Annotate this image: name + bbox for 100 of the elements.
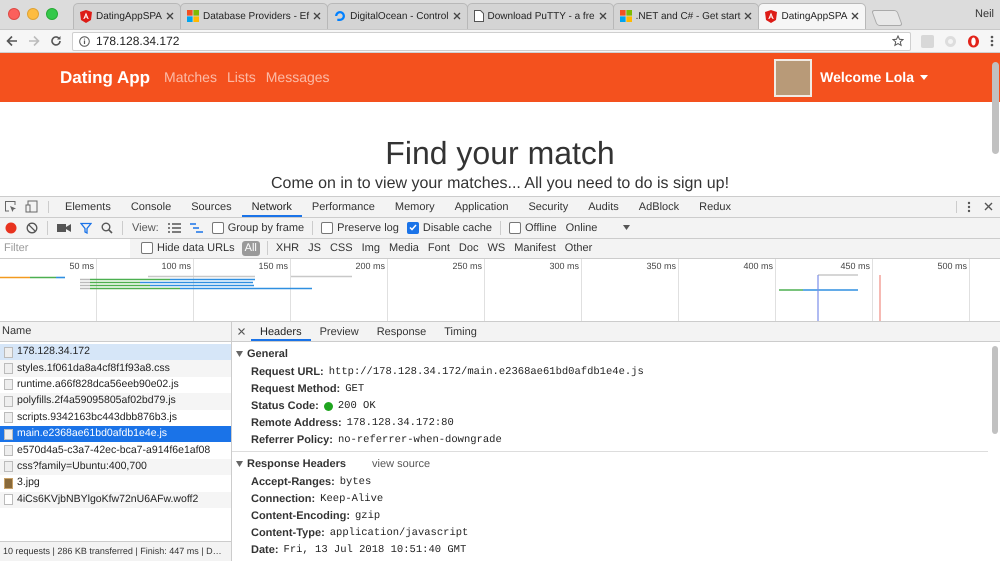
page-icon <box>474 10 484 22</box>
page-scrollbar[interactable] <box>992 62 999 154</box>
caret-icon <box>920 75 928 80</box>
header-name: Accept-Ranges: <box>251 475 335 490</box>
checkbox[interactable] <box>212 222 224 234</box>
menu-icon[interactable] <box>990 35 994 48</box>
header-value: http://178.128.34.172/main.e2368ae61bd0afdb1e4e.js <box>328 364 644 380</box>
devtools-tab[interactable]: Security <box>518 196 578 217</box>
devtools-tab[interactable]: Application <box>444 196 518 217</box>
close-tab-icon[interactable] <box>744 12 752 20</box>
details-scrollbar[interactable] <box>992 346 998 434</box>
request-row[interactable]: polyfills.2f4a59095805af02bd79.js <box>0 393 231 410</box>
header-name: Content-Type: <box>251 526 325 542</box>
close-icon[interactable] <box>238 328 245 335</box>
close-window-icon[interactable] <box>8 8 20 20</box>
tick-label: 200 ms <box>355 260 385 271</box>
type-filter-button[interactable]: Manifest <box>513 240 557 257</box>
close-tab-icon[interactable] <box>166 12 174 20</box>
tick-label: 350 ms <box>646 260 676 271</box>
profile-name[interactable]: Neil <box>975 6 994 22</box>
close-tab-icon[interactable] <box>313 12 322 20</box>
filter-field[interactable]: Filter <box>0 238 130 258</box>
checkbox-label[interactable]: Group by frame <box>228 220 304 236</box>
browser-tab[interactable]: Database Providers - Ef <box>180 2 328 29</box>
checkbox-label[interactable]: Offline <box>524 220 557 236</box>
browser-tab[interactable]: DigitalOcean - Control <box>327 2 468 29</box>
type-filter-button[interactable]: JS <box>307 240 322 257</box>
address-field[interactable]: 178.128.34.172 <box>72 32 911 51</box>
devtools-tab[interactable]: Performance <box>302 196 385 217</box>
request-row[interactable]: 4iCs6KVjbNBYlgoKfw72nU6AFw.woff2 <box>0 492 231 508</box>
opera-icon[interactable] <box>967 34 980 48</box>
type-filter-button[interactable]: Media <box>388 240 420 257</box>
header-name: Status Code: <box>251 399 319 414</box>
close-tab-icon[interactable] <box>452 12 461 20</box>
inspect-icon[interactable] <box>4 200 17 214</box>
devtools-tab[interactable]: Console <box>120 196 182 217</box>
type-filter-button[interactable]: Doc <box>458 240 480 257</box>
checkbox[interactable] <box>406 222 419 234</box>
browser-tab[interactable]: Download PuTTY - a fre <box>466 2 614 29</box>
browser-tab[interactable]: .NET and C# - Get start <box>612 2 760 29</box>
devtools-tab[interactable]: Redux <box>689 196 741 217</box>
type-filter-button[interactable]: Font <box>426 240 451 257</box>
section-header[interactable]: Response Headers <box>236 456 346 472</box>
type-filter-button[interactable]: XHR <box>274 240 300 257</box>
back-icon[interactable] <box>6 35 18 48</box>
checkbox[interactable] <box>508 222 521 234</box>
devtools-tab[interactable]: Elements <box>55 196 121 217</box>
devtools-tab[interactable]: Memory <box>384 196 445 217</box>
details-tab[interactable]: Response <box>368 322 436 341</box>
device-toolbar-icon[interactable] <box>25 200 38 214</box>
checkbox-label[interactable]: Disable cache <box>422 220 492 236</box>
checkbox-label[interactable]: Hide data URLs <box>157 240 235 257</box>
request-row[interactable]: css?family=Ubuntu:400,700 <box>0 458 231 476</box>
browser-tab[interactable]: DatingAppSPA <box>758 2 866 29</box>
request-row[interactable]: styles.1f061da8a4cf8f1f93a8.css <box>0 360 231 377</box>
request-row[interactable]: main.e2368ae61bd0afdb1e4e.js <box>0 426 231 442</box>
type-filter-button[interactable]: CSS <box>328 240 354 257</box>
type-filter-button[interactable]: WS <box>486 240 506 257</box>
checkbox-label[interactable]: Preserve log <box>337 220 399 236</box>
checkbox[interactable] <box>141 242 153 254</box>
devtools-tab[interactable]: Audits <box>578 196 629 217</box>
star-icon[interactable] <box>892 35 904 48</box>
section-header[interactable]: General <box>236 346 288 362</box>
browser-tab[interactable]: DatingAppSPA <box>73 2 181 29</box>
more-options-icon[interactable] <box>967 200 971 213</box>
view-label: View: <box>132 220 159 236</box>
request-row[interactable]: 178.128.34.172 <box>0 344 231 360</box>
tick-label: 500 ms <box>937 260 967 271</box>
header-name: Connection: <box>251 492 316 508</box>
checkbox[interactable] <box>321 222 334 234</box>
throttling-dropdown[interactable]: Online <box>566 220 630 236</box>
file-icon <box>4 396 13 407</box>
disclosure-triangle-icon <box>236 460 243 467</box>
type-filter-button[interactable]: Img <box>360 240 381 257</box>
close-tab-icon[interactable] <box>598 12 607 20</box>
search-icon[interactable] <box>101 222 113 234</box>
waterfall-view-icon[interactable] <box>190 222 203 233</box>
details-tab[interactable]: Timing <box>435 322 486 341</box>
tab-title: Download PuTTY - a fre <box>488 10 595 24</box>
squares-icon <box>186 10 199 22</box>
filter-icon[interactable] <box>80 222 92 234</box>
clear-icon[interactable] <box>26 222 38 234</box>
info-icon[interactable] <box>79 36 90 47</box>
type-filter-button[interactable]: Other <box>564 240 594 257</box>
video-camera-icon[interactable] <box>57 222 71 233</box>
header-value: bytes <box>340 474 372 490</box>
close-tab-icon[interactable] <box>851 12 860 20</box>
devtools-tab[interactable]: Sources <box>181 196 242 217</box>
name-column-header[interactable]: Name <box>0 322 231 342</box>
image-thumbnail-icon <box>4 478 13 489</box>
details-tab[interactable]: Headers <box>251 322 311 341</box>
file-icon <box>4 494 13 506</box>
close-icon[interactable] <box>984 202 993 212</box>
reload-icon[interactable] <box>50 35 62 48</box>
list-view-icon[interactable] <box>168 222 181 233</box>
view-source-link[interactable]: view source <box>372 456 430 472</box>
record-icon[interactable] <box>5 222 17 234</box>
request-row[interactable]: scripts.9342163bc443dbb876b3.js <box>0 410 231 426</box>
devtools-tab[interactable]: AdBlock <box>628 196 690 217</box>
details-tab[interactable]: Preview <box>310 322 368 341</box>
